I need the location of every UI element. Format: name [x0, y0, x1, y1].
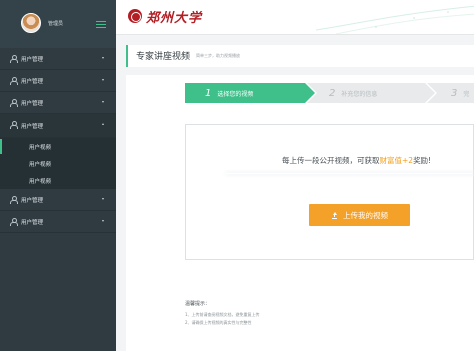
header-decoration: [316, 5, 474, 34]
page-title: 专家讲座视频: [136, 52, 191, 62]
sidebar-item-label: 用户管理: [21, 56, 44, 63]
username: 管理员: [48, 21, 64, 27]
user-icon: [10, 196, 18, 204]
upload-icon: [331, 211, 338, 219]
step-label: 补充您的信息: [341, 90, 378, 98]
sidebar-subitem-user-videos[interactable]: 用户视频: [0, 138, 116, 155]
page-title-bar: 专家讲座视频 简单三步，助力视频播放: [126, 45, 474, 67]
sidebar-item-label: 用户管理: [21, 100, 44, 107]
step-3: 3 完: [427, 83, 474, 103]
avatar[interactable]: [21, 13, 41, 33]
step-label: 完: [463, 90, 470, 98]
caret-up-icon: [102, 123, 104, 125]
upload-message-text: 每上传一段公开视频，可获取: [282, 156, 380, 165]
sidebar-header: 管理员: [0, 0, 116, 48]
divider: [226, 173, 474, 174]
sidebar-item-label: 用户管理: [21, 219, 44, 226]
upload-message-suffix: 奖励!: [413, 156, 432, 165]
sidebar-item-label: 用户管理: [21, 197, 44, 204]
caret-down-icon: [102, 79, 104, 81]
tip-item: 1、上传前请查阅视频文档，避免重复上传: [185, 312, 260, 317]
page-subtitle: 简单三步，助力视频播放: [196, 53, 240, 58]
sidebar-subitem-user-videos[interactable]: 用户视频: [0, 172, 116, 189]
top-header: 郑州大学: [116, 0, 474, 35]
step-label: 选择您的视频: [217, 90, 254, 98]
step-2: 2 补充您的信息: [307, 83, 435, 103]
step-1: 1 选择您的视频: [185, 83, 315, 103]
sidebar-item-user-management[interactable]: 用户管理: [0, 92, 116, 114]
step-number: 1: [205, 87, 212, 99]
user-icon: [10, 55, 18, 63]
step-progress: 1 选择您的视频 2 补充您的信息 3 完: [185, 83, 474, 103]
university-seal-icon: [128, 9, 142, 23]
sidebar-item-label: 用户管理: [21, 123, 44, 130]
upload-area: 每上传一段公开视频，可获取财富值+2奖励! 上传我的视频: [185, 124, 474, 260]
user-icon: [10, 121, 18, 129]
sidebar-item-user-management-open[interactable]: 用户管理: [0, 114, 116, 138]
caret-down-icon: [102, 57, 104, 59]
caret-down-icon: [102, 198, 104, 200]
sidebar: 管理员 用户管理 用户管理 用户管理 用户管理 用户视频 用户视频 用户视频 用…: [0, 0, 116, 351]
sidebar-subitem-label: 用户视频: [29, 144, 52, 151]
upload-button-label: 上传我的视频: [343, 210, 388, 220]
sidebar-subitem-label: 用户视频: [29, 161, 52, 168]
tip-item: 2、请确保上传视频的真实性与完整性: [185, 320, 252, 325]
upload-video-button[interactable]: 上传我的视频: [309, 204, 410, 226]
step-number: 2: [329, 87, 336, 99]
sidebar-item-user-management[interactable]: 用户管理: [0, 48, 116, 70]
reward-highlight: 财富值+2: [379, 156, 414, 165]
upload-reward-message: 每上传一段公开视频，可获取财富值+2奖励!: [282, 155, 431, 166]
sidebar-item-user-management[interactable]: 用户管理: [0, 70, 116, 92]
user-icon: [10, 77, 18, 85]
sidebar-subitem-label: 用户视频: [29, 178, 52, 185]
user-icon: [10, 99, 18, 107]
tips-title: 温馨提示：: [185, 301, 211, 307]
sidebar-subitem-user-videos[interactable]: 用户视频: [0, 155, 116, 172]
user-icon: [10, 218, 18, 226]
sidebar-item-label: 用户管理: [21, 78, 44, 85]
menu-toggle-icon[interactable]: [96, 21, 106, 28]
step-number: 3: [451, 87, 458, 99]
sidebar-nav: 用户管理 用户管理 用户管理 用户管理 用户视频 用户视频 用户视频 用户管理: [0, 48, 116, 233]
sidebar-submenu: 用户视频 用户视频 用户视频: [0, 138, 116, 189]
caret-down-icon: [102, 101, 104, 103]
caret-down-icon: [102, 220, 104, 222]
university-logo: 郑州大学: [146, 11, 203, 26]
sidebar-item-user-management[interactable]: 用户管理: [0, 211, 116, 233]
sidebar-item-user-management[interactable]: 用户管理: [0, 189, 116, 211]
